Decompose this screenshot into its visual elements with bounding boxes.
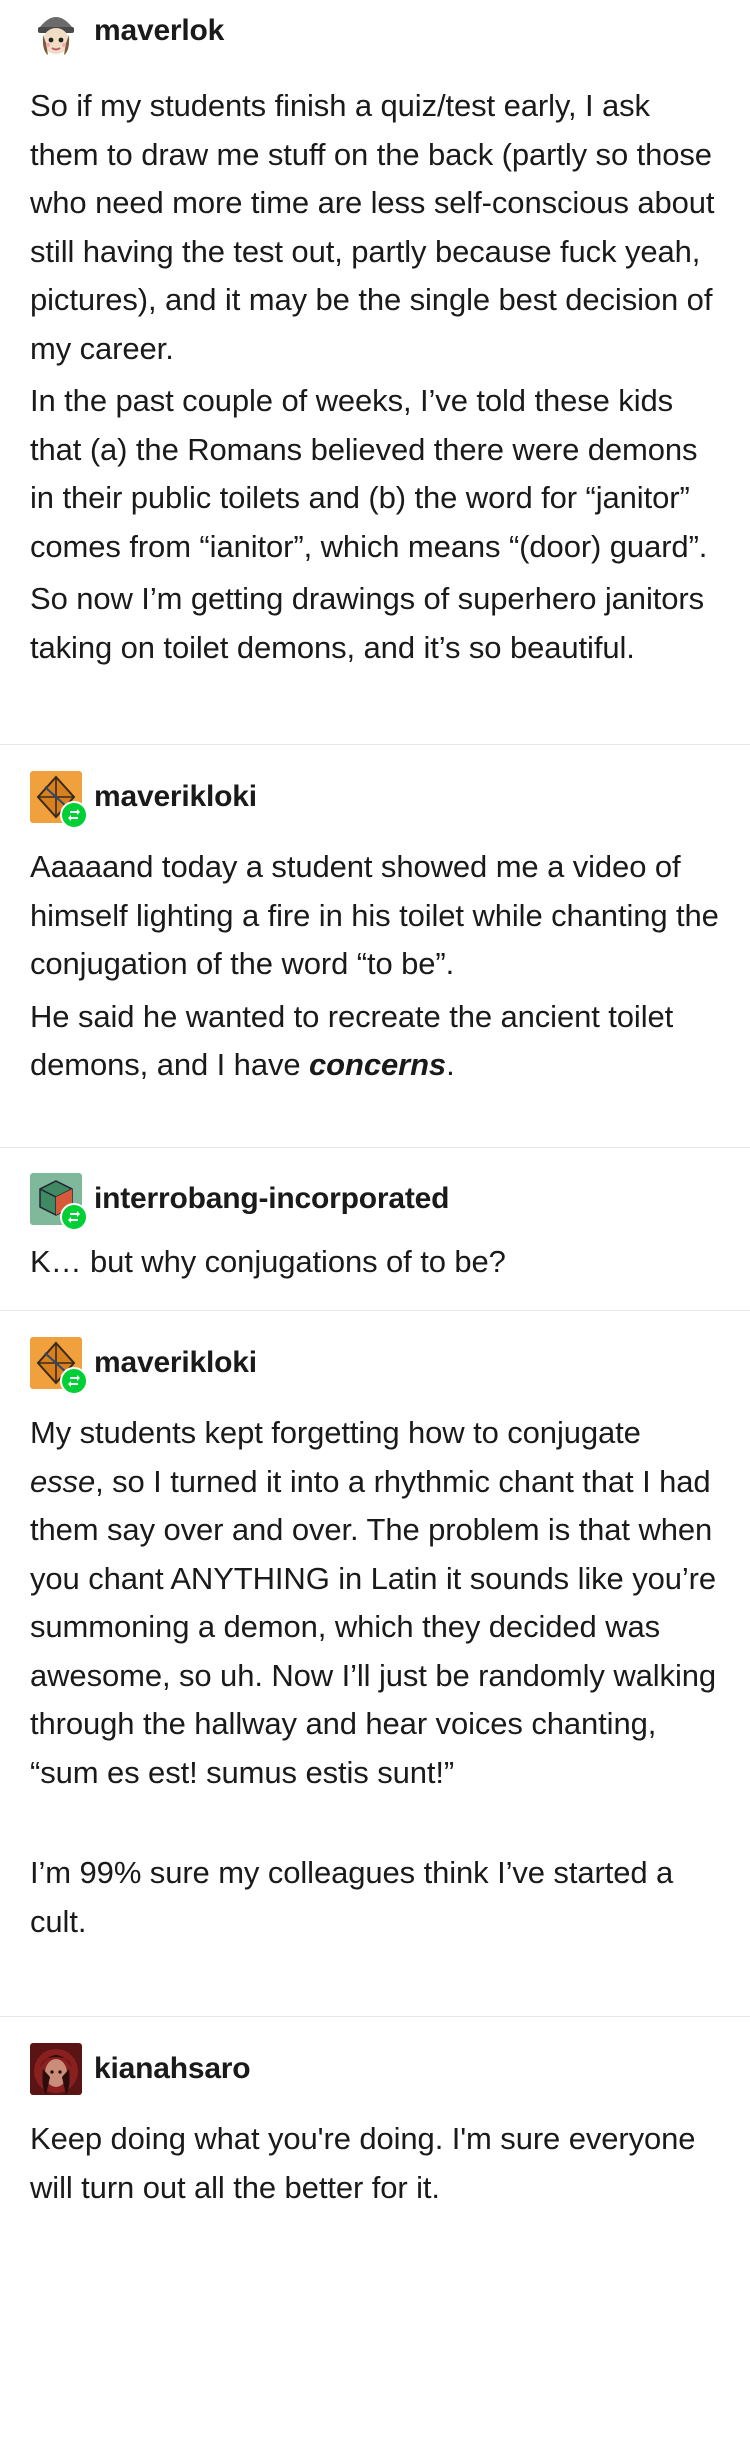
green-cube-avatar-icon[interactable] <box>30 1172 88 1231</box>
paragraph-text: , so I turned it into a rhythmic chant t… <box>30 1463 717 1790</box>
post-username[interactable]: maverikloki <box>94 780 257 814</box>
post-paragraph: K… but why conjugations of to be? <box>30 1243 506 1279</box>
post-kianahsaro: kianahsaro Keep doing what you're doing.… <box>0 2017 750 2212</box>
post-paragraph: He said he wanted to recreate the ancien… <box>30 993 720 1090</box>
post-header: interrobang-incorporated <box>30 1171 720 1231</box>
post-body: So if my students finish a quiz/test ear… <box>30 82 720 672</box>
paragraph-text: . <box>446 1047 455 1082</box>
post-paragraph: Keep doing what you're doing. I'm sure e… <box>30 2121 696 2205</box>
post-header: maverikloki <box>30 769 720 829</box>
post-username[interactable]: interrobang-incorporated <box>94 1182 449 1216</box>
post-paragraph: So now I’m getting drawings of superhero… <box>30 581 705 665</box>
orange-diamond-avatar-icon[interactable] <box>30 771 88 829</box>
post-paragraph: In the past couple of weeks, I’ve told t… <box>30 383 708 564</box>
reblog-icon <box>60 801 88 829</box>
post-paragraph: So if my students finish a quiz/test ear… <box>30 88 715 366</box>
post-maverlok: maverlok So if my students finish a quiz… <box>0 0 750 744</box>
post-body: My students kept forgetting how to conju… <box>30 1409 720 1946</box>
emphasized-word: concerns <box>309 1047 447 1082</box>
post-body: K… but why conjugations of to be? <box>30 1238 720 1287</box>
emphasized-word: esse <box>30 1463 96 1499</box>
reblog-icon <box>60 1202 88 1231</box>
post-paragraph: Aaaaand today a student showed me a vide… <box>30 849 719 981</box>
red-portrait-avatar-icon[interactable] <box>30 2043 82 2095</box>
post-paragraph: My students kept forgetting how to conju… <box>30 1409 720 1797</box>
post-body: Keep doing what you're doing. I'm sure e… <box>30 2115 720 2212</box>
reblog-thread: maverlok So if my students finish a quiz… <box>0 0 750 2212</box>
post-header: maverikloki <box>30 1335 720 1395</box>
girl-with-cap-avatar-icon[interactable] <box>30 5 82 57</box>
post-maverikloki: maverikloki Aaaaand today a student show… <box>0 745 750 1147</box>
orange-diamond-avatar-icon[interactable] <box>30 1337 88 1395</box>
reblog-icon <box>60 1367 88 1395</box>
post-interrobang-incorporated: interrobang-incorporated K… but why conj… <box>0 1148 750 1311</box>
post-username[interactable]: maverlok <box>94 14 224 48</box>
post-maverikloki: maverikloki My students kept forgetting … <box>0 1311 750 2016</box>
post-body: Aaaaand today a student showed me a vide… <box>30 843 720 1090</box>
paragraph-text: My students kept forgetting how to conju… <box>30 1415 641 1450</box>
post-username[interactable]: maverikloki <box>94 1346 257 1380</box>
post-username[interactable]: kianahsaro <box>94 2052 251 2086</box>
post-header: maverlok <box>30 3 720 59</box>
post-paragraph: I’m 99% sure my colleagues think I’ve st… <box>30 1855 674 1939</box>
post-header: kianahsaro <box>30 2041 720 2097</box>
